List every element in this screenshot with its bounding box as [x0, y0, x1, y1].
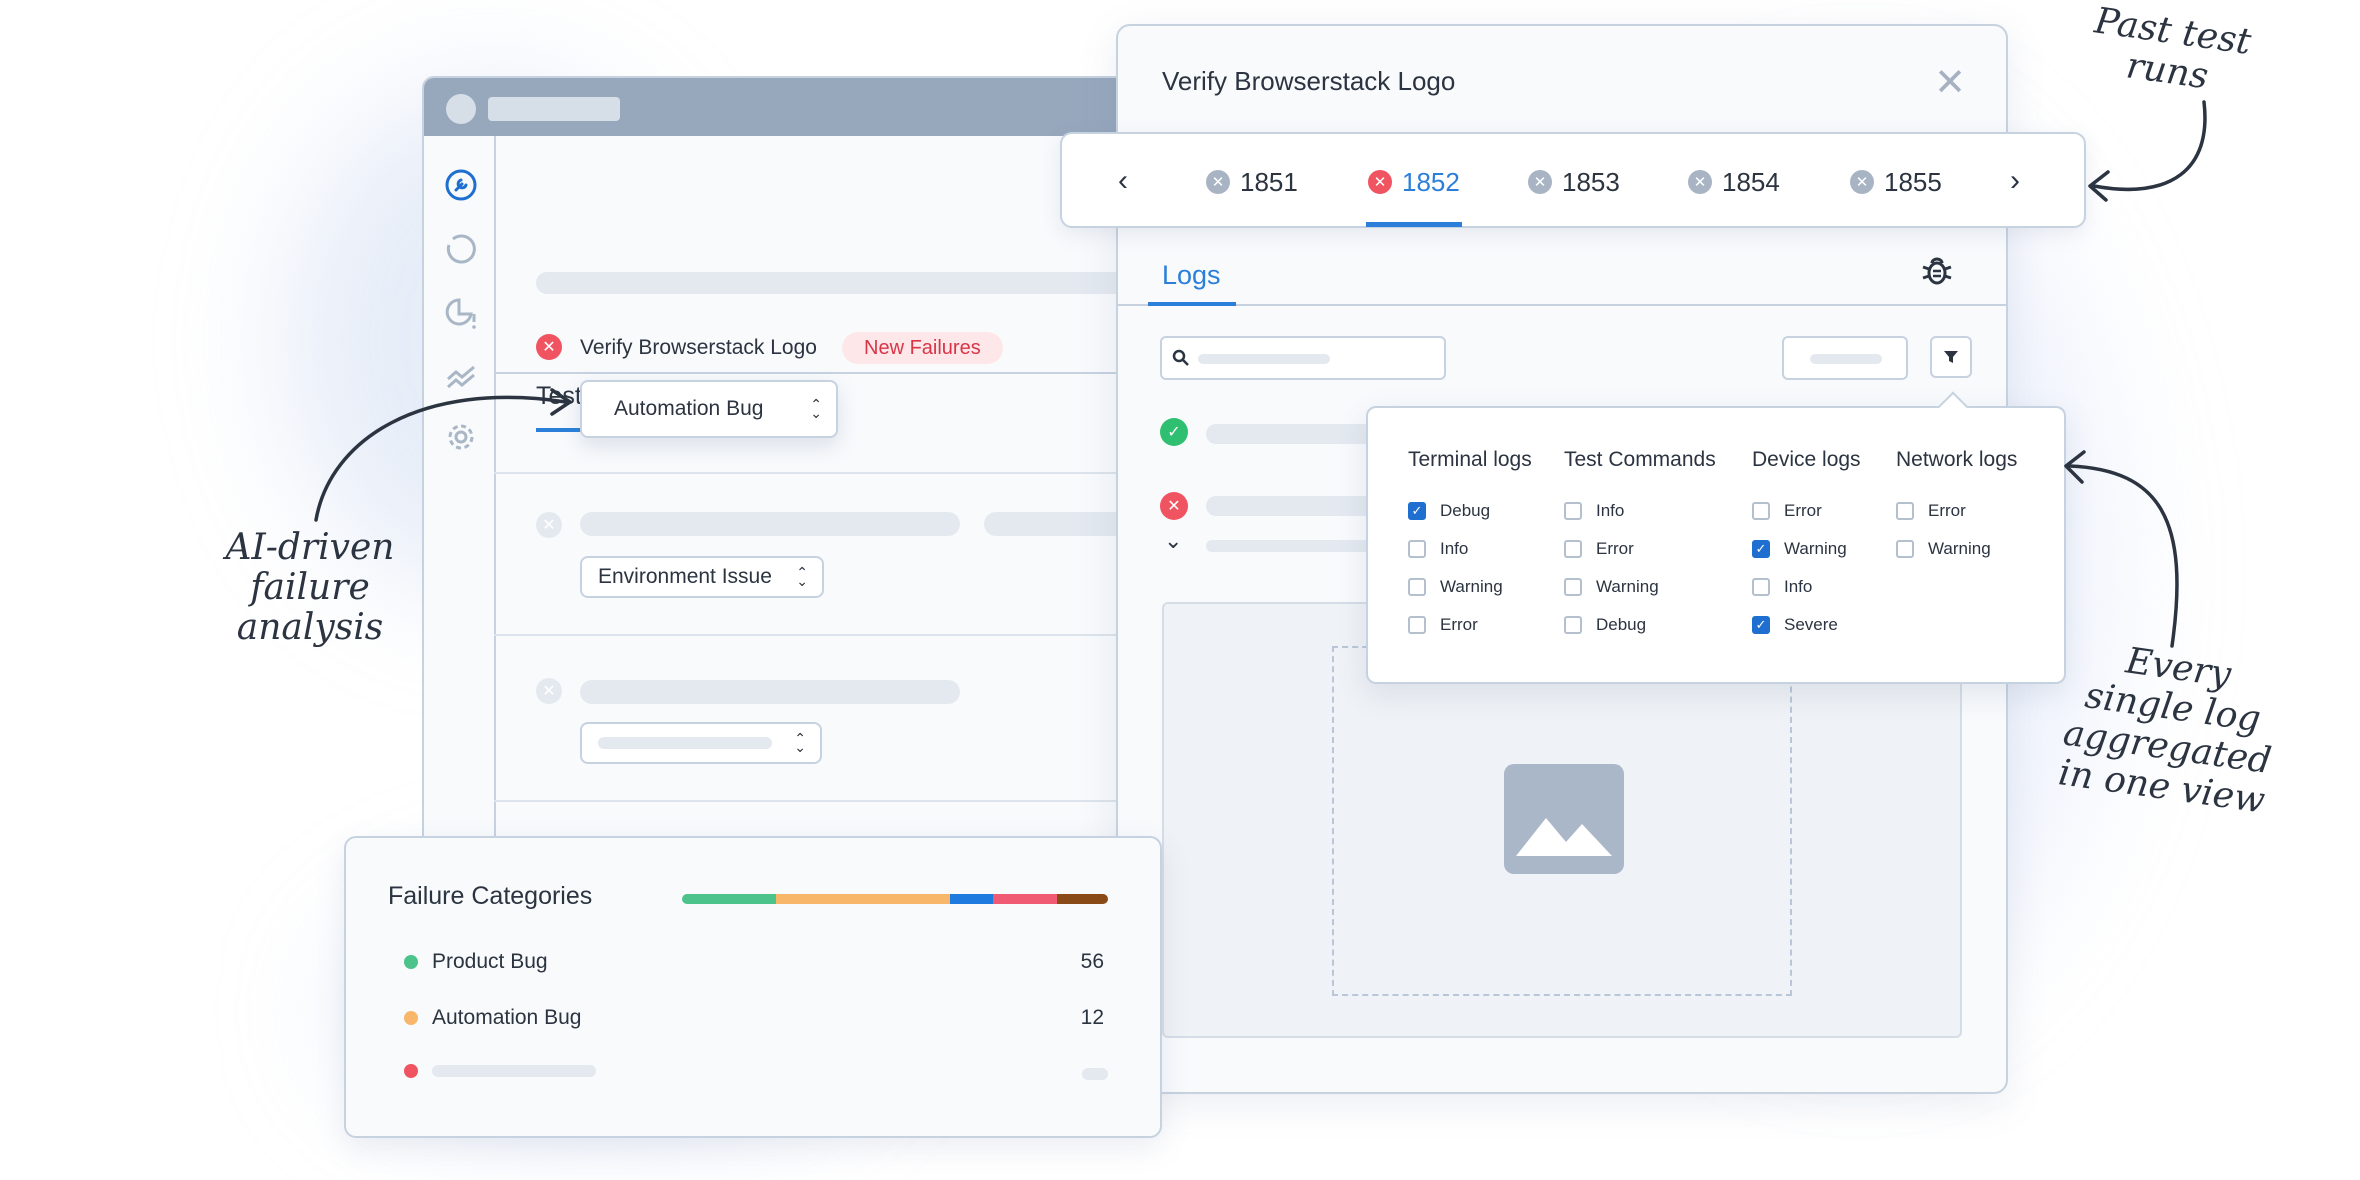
annotation-line: failure — [250, 567, 370, 608]
arrow-ai-analysis — [314, 395, 568, 522]
annotation-line: analysis — [236, 607, 384, 648]
arrow-logs — [2068, 464, 2179, 648]
arrow-past-runs — [2092, 100, 2207, 192]
annotation-line: AI-driven — [225, 527, 395, 568]
annotation-ai-analysis: AI-driven failure analysis — [200, 528, 420, 648]
